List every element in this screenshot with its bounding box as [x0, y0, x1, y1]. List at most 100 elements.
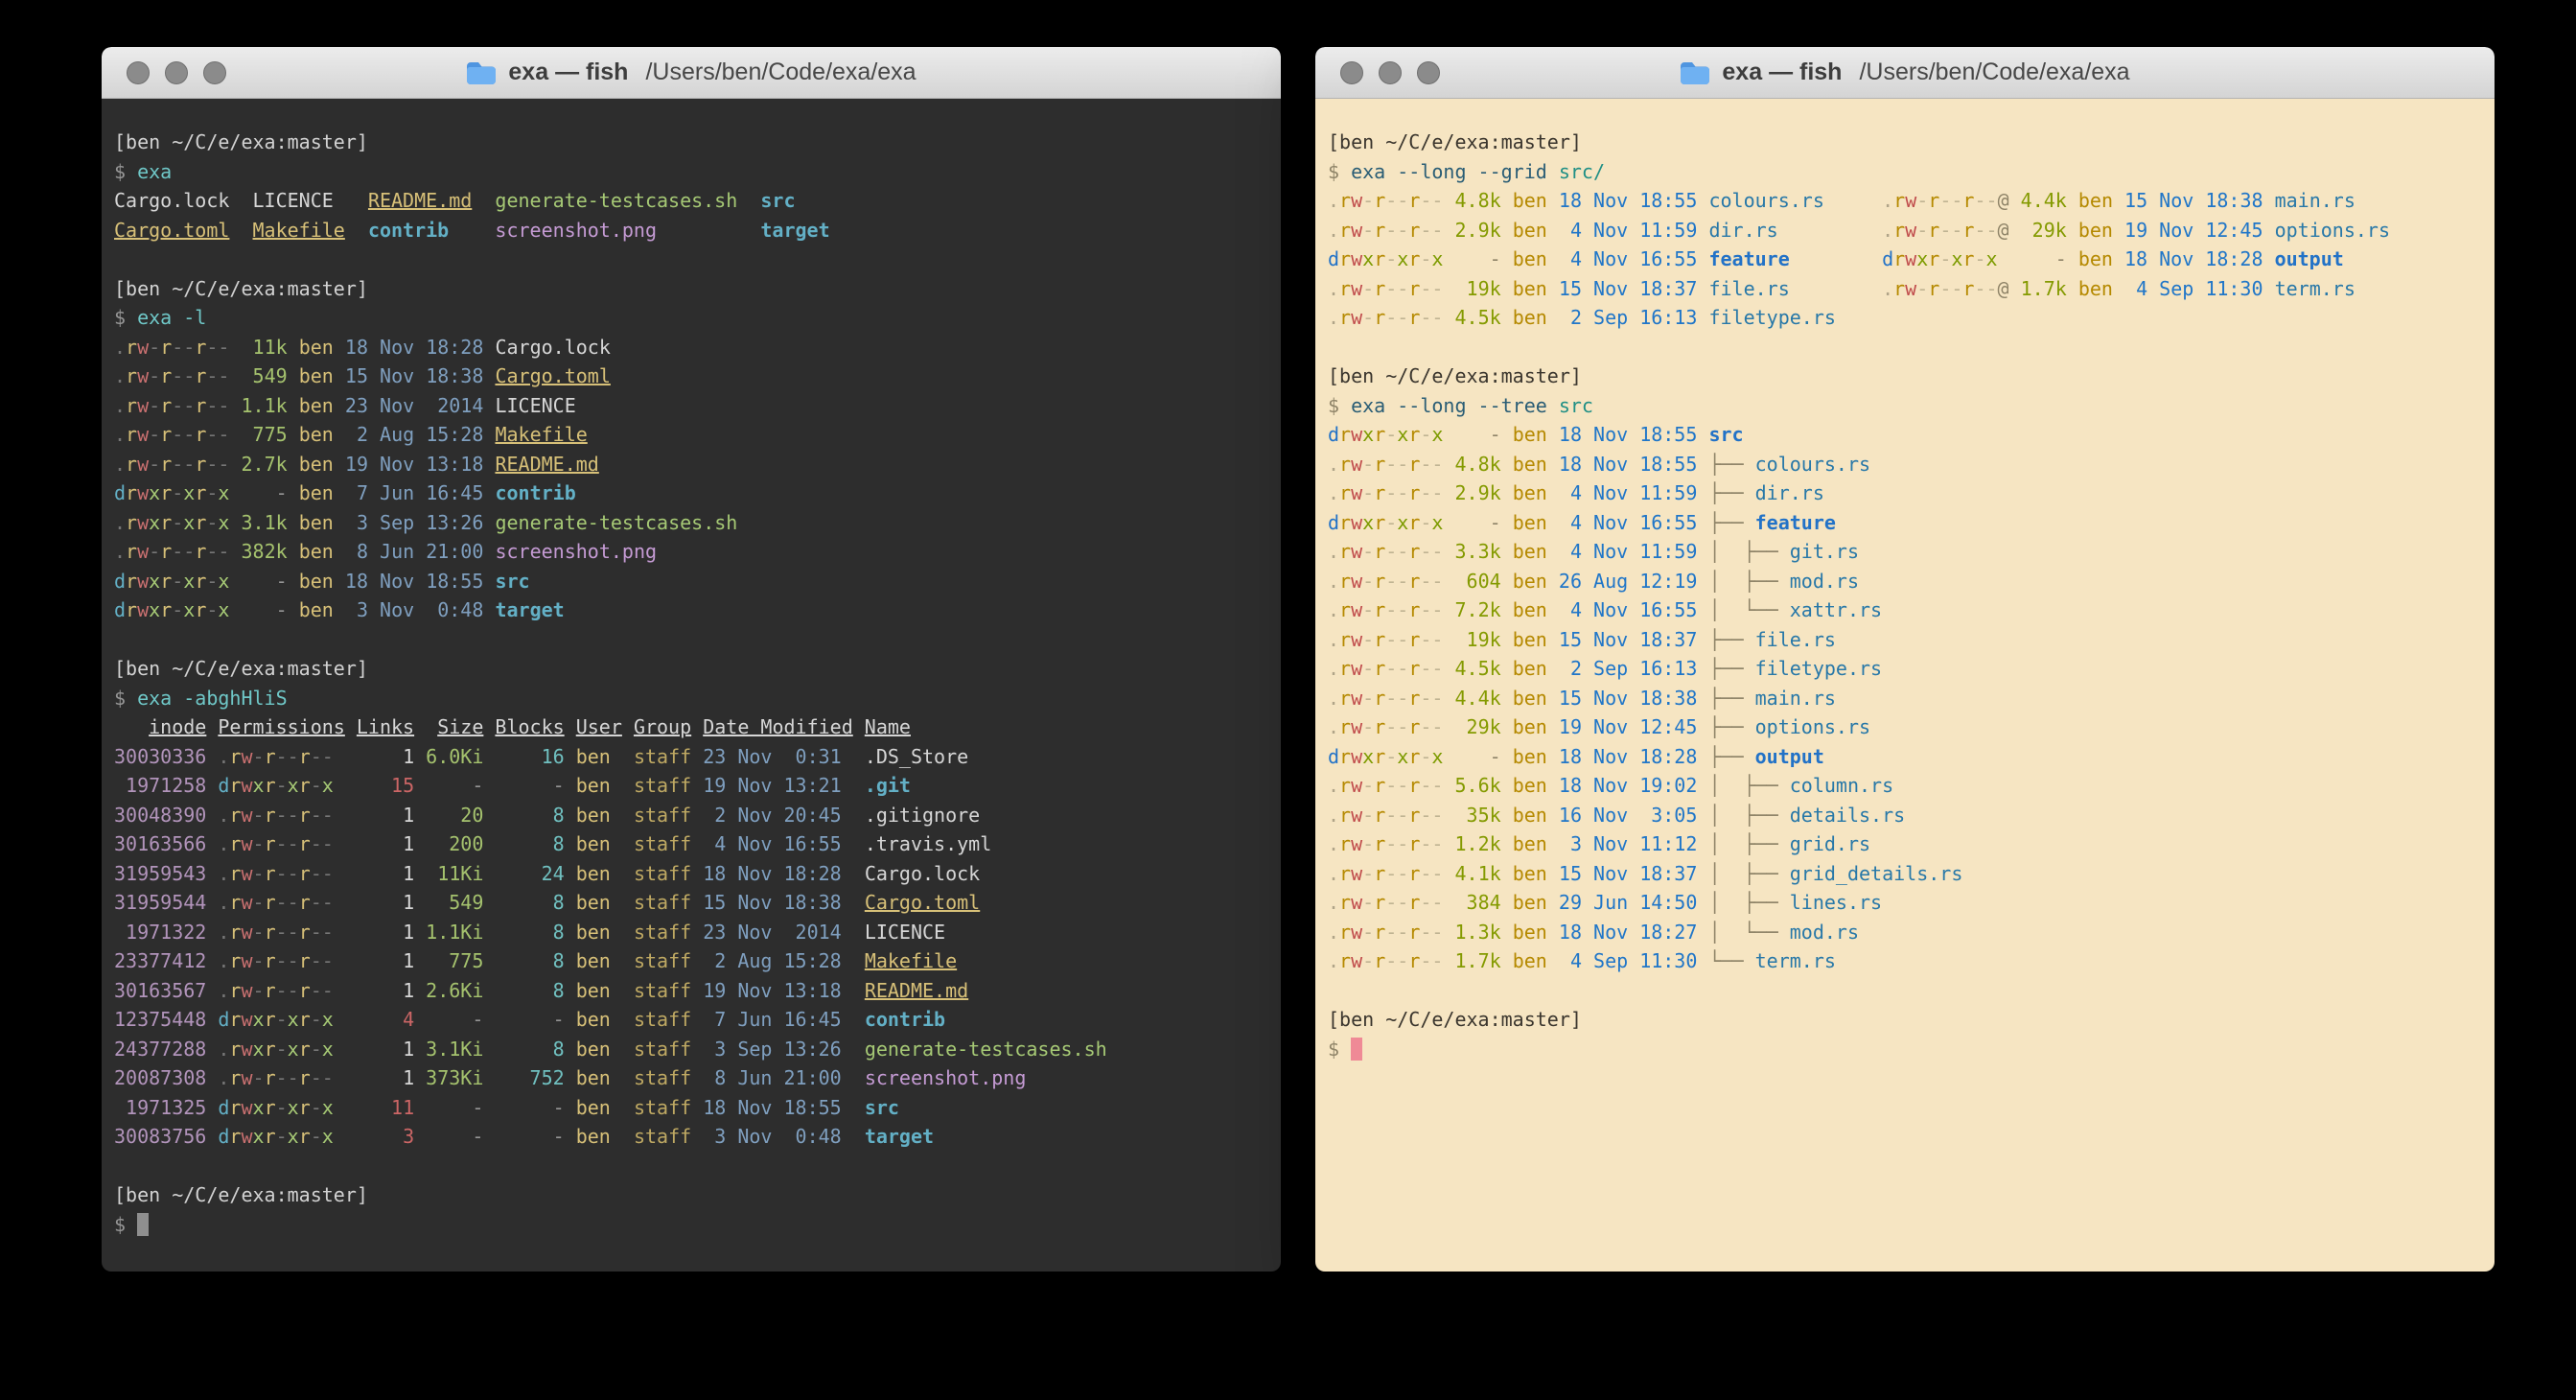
permission-char: -	[1362, 715, 1374, 738]
permission-char: -	[1362, 832, 1374, 855]
text-segment	[842, 774, 865, 797]
text-segment: ben	[565, 921, 611, 944]
permission-char: -	[1385, 949, 1397, 972]
permission-char: r	[265, 1008, 276, 1031]
permission-char: r	[265, 1066, 276, 1089]
permission-char: r	[299, 774, 311, 797]
text-segment	[2263, 219, 2275, 242]
permission-char: -	[1420, 745, 1431, 768]
text-segment: src	[1559, 394, 1593, 417]
permission-char: -	[172, 336, 183, 359]
permission-char: r	[1374, 832, 1385, 855]
permission-char: r	[1408, 219, 1420, 242]
text-segment: src	[1708, 423, 1743, 446]
permission-char: w	[1351, 774, 1362, 797]
permission-char: -	[149, 453, 160, 476]
terminal-screen[interactable]: [ben ~/C/e/exa:master]$ exaCargo.lock LI…	[102, 99, 1281, 1272]
permission-char: -	[1397, 949, 1408, 972]
permission-char: d	[218, 1096, 229, 1119]
permission-char: w	[1351, 862, 1362, 885]
text-segment: ben	[1501, 540, 1547, 563]
text-segment: term.rs	[1755, 949, 1836, 972]
terminal-line: .rw-r--r-- 549 ben 15 Nov 18:38 Cargo.to…	[114, 362, 1268, 391]
permission-char: x	[149, 481, 160, 504]
text-segment: ben	[2067, 189, 2113, 212]
permission-char: -	[253, 832, 265, 855]
text-segment	[483, 598, 495, 621]
text-segment: ├──	[1708, 511, 1754, 534]
terminal-line: 12375448 drwxr-xr-x 4 - - ben staff 7 Ju…	[114, 1005, 1268, 1035]
permission-char: -	[172, 453, 183, 476]
minimize-button[interactable]	[165, 61, 188, 84]
permission-char: -	[183, 540, 195, 563]
text-segment: 23 Nov 2014	[691, 921, 842, 944]
text-segment: ben	[288, 570, 334, 593]
permission-char: r	[1339, 453, 1351, 476]
text-segment: colours.rs	[1708, 189, 1823, 212]
permission-char: r	[195, 336, 206, 359]
window-controls	[127, 61, 226, 84]
text-segment: │ ├──	[1708, 804, 1789, 827]
zoom-button[interactable]	[203, 61, 226, 84]
permission-char: -	[1951, 277, 1962, 300]
permission-char: r	[195, 511, 206, 534]
permission-char: r	[1339, 277, 1351, 300]
permission-char: -	[206, 336, 218, 359]
zoom-button[interactable]	[1417, 61, 1440, 84]
permission-char: -	[1362, 598, 1374, 621]
permission-char: -	[311, 1008, 322, 1031]
text-segment: ├──	[1708, 453, 1754, 476]
permission-char: -	[183, 394, 195, 417]
text-segment: 4.4k	[2009, 189, 2067, 212]
permission-char: r	[1374, 657, 1385, 680]
permission-char: w	[241, 1125, 252, 1148]
text-segment	[206, 745, 218, 768]
permission-char: r	[1408, 657, 1420, 680]
text-segment: ben	[565, 832, 611, 855]
text-segment: 4 Nov 11:59	[1547, 481, 1698, 504]
text-segment: $	[114, 160, 137, 183]
text-segment	[611, 1038, 634, 1061]
terminal-line: .rw-r--r-- 4.5k ben 2 Sep 16:13 ├── file…	[1328, 654, 2482, 684]
permission-char: d	[1328, 247, 1339, 270]
text-segment	[1778, 219, 1882, 242]
permission-char: x	[183, 481, 195, 504]
permission-char: r	[126, 394, 137, 417]
close-button[interactable]	[127, 61, 150, 84]
terminal-screen[interactable]: [ben ~/C/e/exa:master]$ exa --long --gri…	[1315, 99, 2495, 1272]
permission-char: r	[160, 336, 172, 359]
permission-char: -	[1362, 219, 1374, 242]
text-segment: 19 Nov 12:45	[1547, 715, 1698, 738]
text-segment	[114, 715, 149, 738]
permission-char: -	[1397, 570, 1408, 593]
permission-char: -	[1362, 453, 1374, 476]
text-segment	[1697, 949, 1708, 972]
text-segment: 1.7k	[1443, 949, 1500, 972]
permission-char: r	[126, 598, 137, 621]
text-segment: 775	[229, 423, 287, 446]
permission-char: w	[1351, 570, 1362, 593]
permission-char: -	[1431, 862, 1443, 885]
permission-char: w	[1351, 598, 1362, 621]
permission-char: r	[1374, 715, 1385, 738]
terminal-line: .rw-r--r-- 11k ben 18 Nov 18:28 Cargo.lo…	[114, 333, 1268, 362]
permission-char: r	[126, 423, 137, 446]
text-segment: 3.1Ki	[414, 1038, 483, 1061]
permission-char: -	[218, 540, 229, 563]
permission-char: @	[1998, 277, 2009, 300]
permission-char: x	[1362, 423, 1374, 446]
permission-char: -	[218, 364, 229, 387]
close-button[interactable]	[1340, 61, 1363, 84]
terminal-line: [ben ~/C/e/exa:master]	[114, 1180, 1268, 1210]
titlebar[interactable]: exa — fish /Users/ben/Code/exa/exa	[1315, 47, 2495, 99]
permission-char: w	[1351, 189, 1362, 212]
minimize-button[interactable]	[1379, 61, 1402, 84]
text-segment: ben	[1501, 862, 1547, 885]
titlebar[interactable]: exa — fish /Users/ben/Code/exa/exa	[102, 47, 1281, 99]
text-segment	[229, 219, 252, 242]
permission-char: r	[1339, 481, 1351, 504]
permission-char: -	[1939, 219, 1951, 242]
text-segment: .DS_Store	[865, 745, 968, 768]
permission-char: r	[1374, 891, 1385, 914]
text-segment: dir.rs	[1755, 481, 1824, 504]
